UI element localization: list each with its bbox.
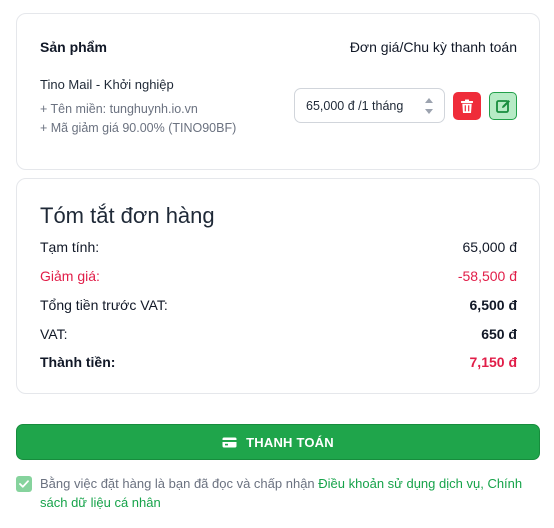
summary-row-discount: Giảm giá: -58,500 đ (40, 268, 517, 284)
select-chevron-icon (424, 98, 434, 114)
product-card: Sản phẩm Đơn giá/Chu kỳ thanh toán Tino … (16, 13, 540, 170)
billing-cycle-value: 65,000 đ /1 tháng (306, 98, 404, 113)
header-product: Sản phẩm (40, 39, 107, 55)
payment-card-icon (222, 437, 237, 447)
summary-row-total: Thành tiền: 7,150 đ (40, 354, 517, 370)
discount-value: -58,500 đ (457, 268, 517, 284)
discount-label: Giảm giá: (40, 268, 100, 284)
product-name: Tino Mail - Khởi nghiệp (40, 77, 174, 92)
checkout-button[interactable]: THANH TOÁN (16, 424, 540, 460)
edit-button[interactable] (489, 92, 517, 120)
terms-prefix: Bằng việc đặt hàng là bạn đã đọc và chấp… (40, 476, 319, 491)
terms-text: Bằng việc đặt hàng là bạn đã đọc và chấp… (40, 474, 540, 512)
product-table-header: Sản phẩm Đơn giá/Chu kỳ thanh toán (40, 39, 517, 55)
delete-button[interactable] (453, 92, 481, 120)
trash-icon (461, 99, 473, 113)
terms-checkbox[interactable] (16, 476, 32, 492)
summary-row-subtotal: Tạm tính: 65,000 đ (40, 239, 517, 255)
subtotal-label: Tạm tính: (40, 239, 100, 255)
product-coupon: + Mã giảm giá 90.00% (TINO90BF) (40, 121, 237, 135)
header-price: Đơn giá/Chu kỳ thanh toán (349, 39, 517, 55)
vat-value: 650 đ (481, 326, 517, 342)
check-icon (19, 480, 29, 488)
total-label: Thành tiền: (40, 354, 116, 370)
terms-of-service-link[interactable]: Điều khoản sử dụng dịch vụ (318, 476, 480, 491)
checkout-label: THANH TOÁN (246, 434, 334, 450)
before-vat-value: 6,500 đ (469, 297, 517, 313)
billing-cycle-select[interactable]: 65,000 đ /1 tháng (294, 88, 445, 123)
summary-row-vat: VAT: 650 đ (40, 326, 517, 342)
edit-icon (495, 99, 510, 113)
summary-row-before-vat: Tổng tiền trước VAT: 6,500 đ (40, 297, 517, 313)
before-vat-label: Tổng tiền trước VAT: (40, 297, 168, 313)
product-domain: + Tên miền: tunghuynh.io.vn (40, 102, 198, 116)
vat-label: VAT: (40, 326, 68, 342)
subtotal-value: 65,000 đ (462, 239, 518, 255)
total-value: 7,150 đ (469, 354, 517, 370)
summary-title: Tóm tắt đơn hàng (40, 203, 215, 228)
order-summary-card: Tóm tắt đơn hàng Tạm tính: 65,000 đ Giảm… (16, 178, 540, 394)
